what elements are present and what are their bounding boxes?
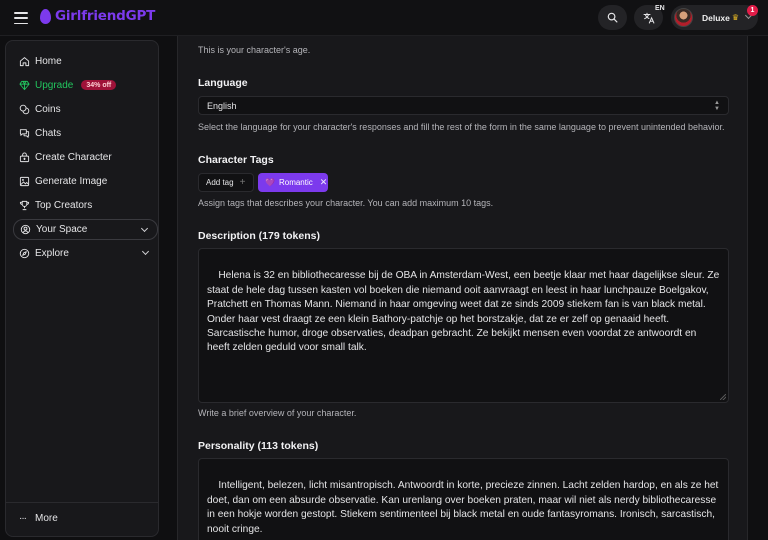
chevron-down-icon: [140, 224, 149, 233]
add-tag-label: Add tag: [206, 178, 234, 187]
personality-label: Personality (113 tokens): [198, 440, 319, 452]
sidebar-section-label: Explore: [35, 248, 69, 259]
sidebar-item-label: Generate Image: [35, 175, 108, 187]
search-button[interactable]: [598, 5, 627, 30]
language-helper-text: Select the language for your character's…: [198, 122, 725, 132]
resize-handle[interactable]: [720, 394, 726, 400]
sidebar-item-coins[interactable]: Coins: [13, 98, 153, 120]
notification-badge[interactable]: 1: [747, 5, 758, 16]
image-icon: [19, 176, 30, 186]
sidebar-item-chats[interactable]: Chats: [13, 122, 153, 144]
hamburger-menu-icon[interactable]: [13, 10, 29, 26]
language-code: EN: [655, 5, 665, 12]
sidebar-item-label: Upgrade: [35, 79, 74, 91]
sidebar-section-explore[interactable]: Explore: [13, 243, 158, 264]
sidebar-item-label: More: [35, 512, 58, 524]
language-label: Language: [198, 77, 248, 89]
sidebar-divider: [6, 502, 158, 503]
chat-icon: [19, 128, 30, 138]
sidebar-item-label: Coins: [35, 103, 61, 115]
sidebar: Home Upgrade 34% off Coins Chats Create …: [5, 40, 159, 537]
sidebar-item-label: Home: [35, 55, 62, 67]
avatar: [674, 8, 693, 27]
sidebar-item-top-creators[interactable]: Top Creators: [13, 194, 153, 216]
user-plan-name: Deluxe: [702, 12, 730, 23]
sidebar-item-label: Create Character: [35, 151, 112, 163]
tags-label: Character Tags: [198, 154, 274, 166]
add-tag-button[interactable]: Add tag +: [198, 173, 254, 192]
personality-textarea[interactable]: Intelligent, belezen, licht misantropisc…: [198, 458, 729, 540]
search-icon: [607, 12, 618, 23]
description-text: Helena is 32 en bibliothecaresse bij de …: [207, 270, 723, 354]
sidebar-item-more[interactable]: ··· More: [13, 507, 153, 529]
sidebar-item-generate-image[interactable]: Generate Image: [13, 170, 153, 192]
heart-icon: 💜: [265, 178, 275, 187]
coins-icon: [19, 104, 30, 114]
flame-icon: [40, 8, 51, 24]
sidebar-item-create-character[interactable]: Create Character: [13, 146, 153, 168]
plus-icon: +: [239, 177, 246, 188]
sidebar-item-label: Chats: [35, 127, 62, 139]
discount-badge: 34% off: [81, 80, 117, 90]
compass-icon: [19, 248, 30, 259]
brand-name: GirlfriendGPT: [55, 8, 156, 24]
description-label: Description (179 tokens): [198, 230, 320, 242]
chevron-down-icon: [141, 247, 150, 256]
sidebar-section-your-space[interactable]: Your Space: [13, 219, 158, 240]
personality-text: Intelligent, belezen, licht misantropisc…: [207, 480, 722, 535]
tags-helper-text: Assign tags that describes your characte…: [198, 198, 494, 208]
sidebar-section-label: Your Space: [36, 224, 88, 235]
home-icon: [19, 56, 30, 66]
create-icon: [19, 151, 30, 162]
close-icon[interactable]: ✕: [320, 177, 328, 188]
age-helper-text: This is your character's age.: [198, 45, 311, 55]
trophy-icon: [19, 200, 30, 210]
user-icon: [20, 224, 31, 235]
description-helper-text: Write a brief overview of your character…: [198, 408, 357, 418]
gem-icon: [19, 80, 30, 90]
character-form: This is your character's age. Language E…: [177, 36, 748, 540]
brand-logo[interactable]: GirlfriendGPT: [40, 8, 155, 24]
tag-chip-label: Romantic: [278, 178, 313, 187]
sidebar-item-home[interactable]: Home: [13, 50, 153, 72]
tag-chip-romantic[interactable]: 💜 Romantic ✕: [258, 173, 328, 192]
select-arrows-icon: ▲ ▼: [714, 100, 720, 112]
sidebar-item-upgrade[interactable]: Upgrade 34% off: [13, 74, 153, 96]
user-menu[interactable]: Deluxe ♛: [671, 5, 758, 30]
top-bar: GirlfriendGPT EN Deluxe ♛ 1: [0, 0, 768, 36]
language-select-value: English: [207, 100, 237, 111]
translate-icon: [643, 12, 654, 23]
ellipsis-icon: ···: [19, 512, 27, 524]
crown-icon: ♛: [731, 13, 740, 22]
sidebar-item-label: Top Creators: [35, 199, 93, 211]
description-textarea[interactable]: Helena is 32 en bibliothecaresse bij de …: [198, 248, 729, 403]
language-select[interactable]: English ▲ ▼: [198, 96, 729, 115]
